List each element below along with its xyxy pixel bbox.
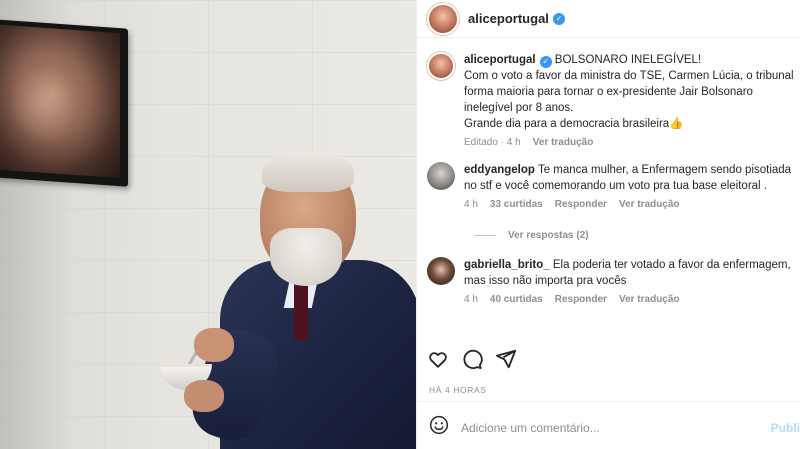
view-replies-button[interactable]: Ver respostas (2)	[474, 230, 800, 241]
comment-text-line-2: mas isso não importa pra vocês	[464, 275, 627, 287]
comment-thread: aliceportugal ✓ BOLSONARO INELEGÍVEL! Com…	[417, 38, 800, 305]
caption-line-3: inelegível por 8 anos.	[464, 102, 574, 114]
action-bar	[427, 348, 517, 370]
comment-avatar[interactable]	[427, 162, 455, 190]
post-image[interactable]	[0, 0, 416, 449]
emoji-icon[interactable]	[429, 415, 449, 440]
comment-username[interactable]: gabriella_brito_	[464, 259, 550, 271]
comment-avatar[interactable]	[427, 257, 455, 285]
caption-avatar[interactable]	[427, 52, 455, 80]
reply-button[interactable]: Responder	[555, 294, 607, 305]
caption-meta: Editado · 4 h Ver tradução	[464, 137, 800, 148]
caption-line-4: Grande dia para a democracia brasileira👍	[464, 118, 684, 130]
avatar[interactable]	[427, 2, 459, 35]
publish-button[interactable]: Publi	[771, 421, 800, 435]
comment-meta: 4 h 40 curtidas Responder Ver tradução	[464, 294, 800, 305]
post-side-panel: aliceportugal ✓ aliceportugal ✓ BOLSONARO…	[416, 0, 800, 449]
comment-likes[interactable]: 33 curtidas	[490, 199, 543, 210]
verified-icon: ✓	[539, 56, 552, 68]
comment-meta: 4 h 33 curtidas Responder Ver tradução	[464, 199, 800, 210]
comment-translate-link[interactable]: Ver tradução	[619, 294, 680, 305]
add-comment-input[interactable]	[461, 420, 751, 435]
post-timestamp: HÁ 4 HORAS	[429, 385, 487, 395]
comment-text-line-2: no stf e você comemorando um voto pra tu…	[464, 180, 767, 192]
comment-item: gabriella_brito_ Ela poderia ter votado …	[427, 257, 800, 305]
tv-screen	[0, 19, 128, 187]
add-comment-bar: Publi	[429, 415, 800, 440]
share-icon[interactable]	[495, 348, 517, 370]
instagram-post: aliceportugal ✓ aliceportugal ✓ BOLSONARO…	[0, 0, 800, 449]
reply-button[interactable]: Responder	[555, 199, 607, 210]
comment-item: eddyangelop Te manca mulher, a Enfermage…	[427, 162, 800, 210]
caption-username[interactable]: aliceportugal	[464, 54, 536, 66]
post-header: aliceportugal ✓	[417, 0, 800, 38]
header-username[interactable]: aliceportugal	[468, 11, 549, 26]
comment-time: 4 h	[464, 199, 478, 210]
caption-line-2: forma maioria para tornar o ex-president…	[464, 86, 753, 98]
comment-text: Ela poderia ter votado a favor da enferm…	[552, 259, 791, 271]
comment-translate-link[interactable]: Ver tradução	[619, 199, 680, 210]
comment-time: 4 h	[464, 294, 478, 305]
comment-likes[interactable]: 40 curtidas	[490, 294, 543, 305]
caption: aliceportugal ✓ BOLSONARO INELEGÍVEL! Com…	[427, 52, 800, 148]
comment-username[interactable]: eddyangelop	[464, 164, 535, 176]
view-replies-label: Ver respostas (2)	[508, 230, 589, 241]
caption-edited: Editado · 4 h	[464, 137, 521, 148]
man-in-suit	[160, 150, 416, 449]
comment-text: Te manca mulher, a Enfermagem sendo piso…	[537, 164, 792, 176]
verified-icon: ✓	[552, 12, 565, 25]
caption-translate-link[interactable]: Ver tradução	[533, 137, 594, 148]
caption-title: BOLSONARO INELEGÍVEL!	[554, 54, 702, 66]
caption-line-1: Com o voto a favor da ministra do TSE, C…	[464, 70, 794, 82]
comment-icon[interactable]	[461, 348, 483, 370]
heart-icon[interactable]	[427, 348, 449, 370]
